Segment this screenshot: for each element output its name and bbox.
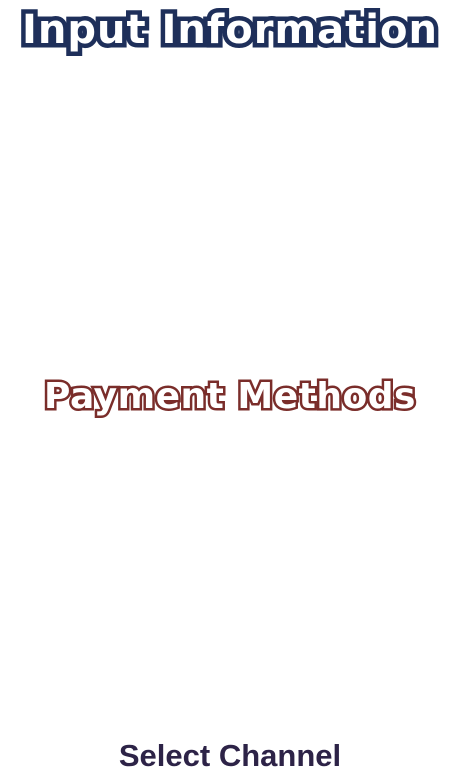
- input-information-title: Input Information: [18, 3, 442, 58]
- payment-methods-title: Payment Methods: [42, 374, 418, 420]
- select-channel-label: Select Channel: [118, 738, 342, 773]
